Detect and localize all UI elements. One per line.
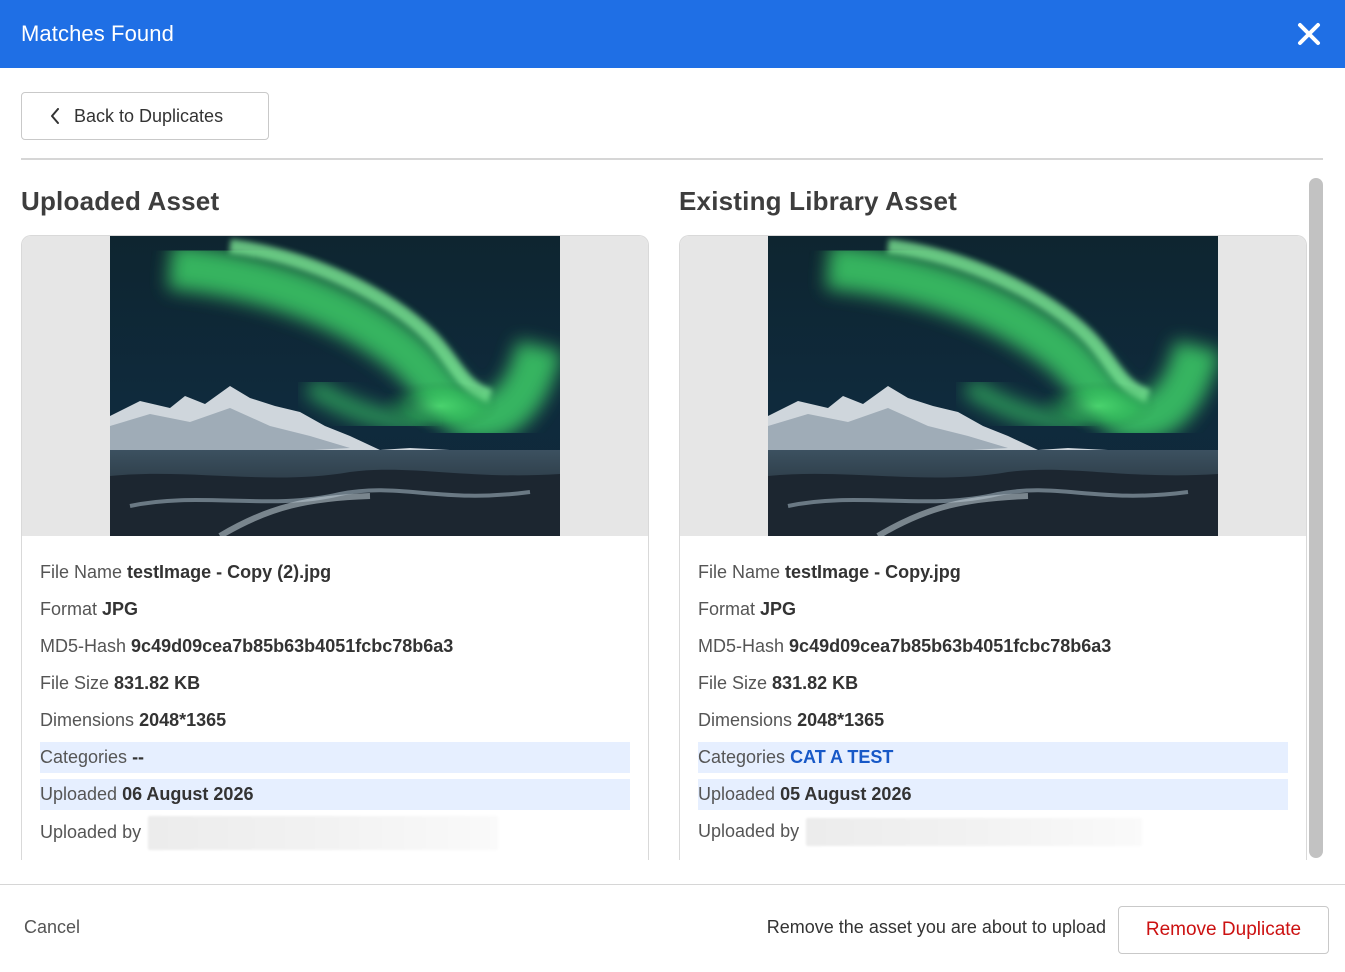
uploaded-asset-details: File Name testImage - Copy (2).jpg Forma… — [22, 536, 648, 850]
uploaded-date-label: Uploaded — [40, 784, 118, 804]
md5-value: 9c49d09cea7b85b63b4051fcbc78b6a3 — [789, 636, 1112, 656]
file-name-value: testImage - Copy.jpg — [785, 562, 961, 582]
file-size-label: File Size — [698, 673, 768, 693]
file-size-value: 831.82 KB — [114, 673, 201, 693]
uploaded-date-value: 05 August 2026 — [780, 784, 912, 804]
file-size-row: File Size 831.82 KB — [698, 668, 1288, 699]
uploaded-date-value: 06 August 2026 — [122, 784, 254, 804]
redacted-user — [806, 818, 1143, 847]
categories-value: -- — [132, 747, 145, 767]
file-name-label: File Name — [698, 562, 781, 582]
dimensions-row: Dimensions 2048*1365 — [40, 705, 630, 736]
uploaded-asset-thumbnail — [110, 236, 560, 536]
format-row: Format JPG — [698, 594, 1288, 625]
existing-asset-card: File Name testImage - Copy.jpg Format JP… — [679, 235, 1307, 860]
uploaded-by-row: Uploaded by — [698, 816, 1288, 847]
category-link[interactable]: CAT A TEST — [790, 747, 893, 767]
file-name-value: testImage - Copy (2).jpg — [127, 562, 332, 582]
existing-asset-thumbnail — [768, 236, 1218, 536]
dimensions-label: Dimensions — [40, 710, 135, 730]
uploaded-by-row: Uploaded by — [40, 816, 630, 850]
file-name-label: File Name — [40, 562, 123, 582]
footer-divider — [0, 884, 1345, 885]
file-name-row: File Name testImage - Copy (2).jpg — [40, 557, 630, 588]
format-label: Format — [40, 599, 98, 619]
format-value: JPG — [102, 599, 139, 619]
categories-label: Categories — [698, 747, 786, 767]
dimensions-value: 2048*1365 — [139, 710, 227, 730]
uploaded-asset-panel: Uploaded Asset File Name testImage - Cop… — [21, 182, 649, 860]
categories-label: Categories — [40, 747, 128, 767]
divider — [21, 158, 1323, 160]
md5-row: MD5-Hash 9c49d09cea7b85b63b4051fcbc78b6a… — [40, 631, 630, 662]
existing-asset-preview — [680, 236, 1306, 536]
uploaded-asset-card: File Name testImage - Copy (2).jpg Forma… — [21, 235, 649, 860]
redacted-user — [148, 816, 499, 850]
back-to-duplicates-button[interactable]: Back to Duplicates — [21, 92, 269, 140]
format-value: JPG — [760, 599, 797, 619]
md5-row: MD5-Hash 9c49d09cea7b85b63b4051fcbc78b6a… — [698, 631, 1288, 662]
chevron-left-icon — [51, 108, 59, 124]
remove-duplicate-label: Remove Duplicate — [1145, 919, 1302, 940]
file-size-row: File Size 831.82 KB — [40, 668, 630, 699]
modal-header: Matches Found — [0, 0, 1345, 68]
modal-title: Matches Found — [21, 21, 174, 46]
uploaded-date-row: Uploaded 06 August 2026 — [40, 779, 630, 810]
close-icon — [1298, 23, 1320, 45]
file-size-label: File Size — [40, 673, 110, 693]
uploaded-asset-heading: Uploaded Asset — [21, 186, 220, 216]
dimensions-label: Dimensions — [698, 710, 793, 730]
uploaded-by-label: Uploaded by — [40, 821, 142, 842]
existing-asset-heading: Existing Library Asset — [679, 186, 957, 216]
remove-hint-text: Remove the asset you are about to upload — [766, 917, 1106, 937]
scrollbar-thumb[interactable] — [1309, 178, 1323, 858]
uploaded-by-label: Uploaded by — [698, 821, 800, 841]
uploaded-date-label: Uploaded — [698, 784, 776, 804]
uploaded-date-row: Uploaded 05 August 2026 — [698, 779, 1288, 810]
categories-row: Categories CAT A TEST — [698, 742, 1288, 773]
md5-label: MD5-Hash — [698, 636, 785, 656]
existing-asset-panel: Existing Library Asset File Name testIma… — [679, 182, 1307, 860]
format-row: Format JPG — [40, 594, 630, 625]
uploaded-asset-preview — [22, 236, 648, 536]
close-button[interactable] — [1291, 16, 1327, 52]
dimensions-row: Dimensions 2048*1365 — [698, 705, 1288, 736]
file-size-value: 831.82 KB — [772, 673, 859, 693]
md5-value: 9c49d09cea7b85b63b4051fcbc78b6a3 — [131, 636, 454, 656]
cancel-button[interactable]: Cancel — [24, 917, 80, 938]
file-name-row: File Name testImage - Copy.jpg — [698, 557, 1288, 588]
categories-row: Categories -- — [40, 742, 630, 773]
remove-duplicate-button[interactable]: Remove Duplicate — [1118, 906, 1329, 954]
format-label: Format — [698, 599, 756, 619]
existing-asset-details: File Name testImage - Copy.jpg Format JP… — [680, 536, 1306, 847]
back-to-duplicates-label: Back to Duplicates — [74, 105, 224, 126]
md5-label: MD5-Hash — [40, 636, 127, 656]
dimensions-value: 2048*1365 — [797, 710, 885, 730]
